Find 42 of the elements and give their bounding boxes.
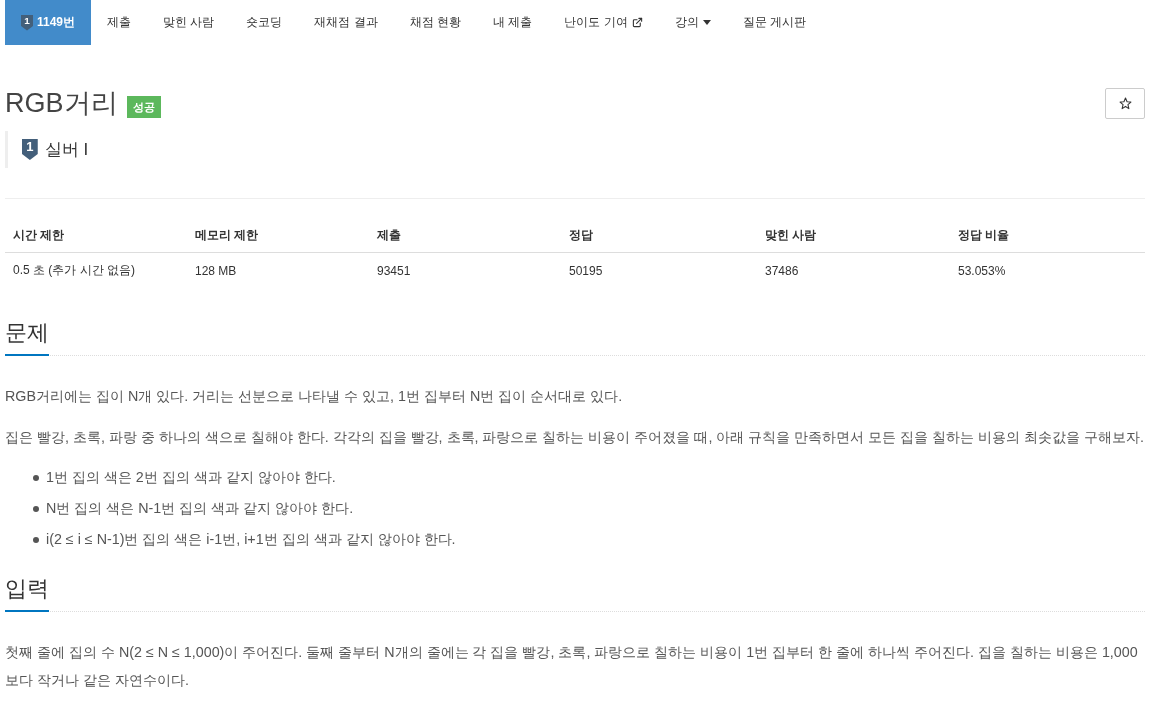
tier-badge: 1 [22, 139, 38, 160]
bullet-icon [33, 536, 39, 543]
tier-badge: 1 [21, 14, 33, 31]
nav-tab[interactable]: 강의 [658, 0, 727, 45]
table-cell: 93451 [369, 252, 561, 288]
bullet-icon [33, 505, 39, 512]
rule-text: i(2 ≤ i ≤ N-1)번 집의 색은 i-1번, i+1번 집의 색과 같지 않아야 한다. [46, 530, 456, 549]
rule-text: 1번 집의 색은 2번 집의 색과 같지 않아야 한다. [46, 468, 336, 487]
paragraph: 첫째 줄에 집의 수 N(2 ≤ N ≤ 1,000)이 주어진다. 둘째 줄부터 N개의 줄에는 각 집을 빨강, 초록, 파랑으로 칠하는 비용이 1번 집부터 한 줄에 하나씩 주어진다. 집을 칠하는 비용은 1,000보다 작거나 같은 자연수이다. [5, 643, 1139, 690]
section-heading: 문제 [5, 318, 49, 356]
table-header-cell: 맞힌 사람 [757, 219, 950, 253]
table-header-cell: 정답 비율 [950, 219, 1145, 253]
table-header-cell: 메모리 제한 [187, 219, 369, 253]
caret-icon [702, 20, 711, 25]
nav-tab[interactable]: 내 제출 [477, 0, 549, 45]
rule-text: N번 집의 색은 N-1번 집의 색과 같지 않아야 한다. [46, 499, 354, 518]
nav-tab[interactable]: 난이도 기여 [548, 0, 659, 45]
external-link-icon [631, 17, 643, 28]
paragraph: RGB거리에는 집이 N개 있다. 거리는 선분으로 나타낼 수 있고, 1번 집부터 N번 집이 순서대로 있다. [5, 387, 624, 406]
section-heading: 입력 [5, 574, 49, 612]
nav-tab[interactable]: 숏코딩 [230, 0, 299, 45]
star-button[interactable] [1105, 87, 1145, 119]
table-header-cell: 시간 제한 [5, 219, 187, 253]
star-icon [1118, 96, 1132, 110]
bullet-icon [33, 474, 39, 481]
tier-label: 실버 I [44, 139, 89, 161]
problem-title: RGB거리 [5, 87, 118, 120]
nav-tab[interactable]: 질문 게시판 [726, 0, 823, 45]
nav-tab[interactable]: 제출 [91, 0, 148, 45]
table-cell: 37486 [757, 252, 950, 288]
nav-tab[interactable]: 채점 현황 [393, 0, 478, 45]
table-cell: 53.053% [950, 252, 1145, 288]
table-cell: 128 MB [187, 252, 369, 288]
nav-tab[interactable]: 재채점 결과 [298, 0, 394, 45]
nav-tab[interactable]: 1 1149번 [5, 0, 92, 45]
table-header-cell: 정답 [561, 219, 757, 253]
nav-tab[interactable]: 맞힌 사람 [147, 0, 231, 45]
table-header-cell: 제출 [369, 219, 561, 253]
paragraph: 집은 빨강, 초록, 파랑 중 하나의 색으로 칠해야 한다. 각각의 집을 빨강, 초록, 파랑으로 칠하는 비용이 주어졌을 때, 아래 규칙을 만족하면서 모든 집을 칠하는 비용의 최솟값을 구해보자. [5, 428, 1145, 447]
table-cell: 50195 [561, 252, 757, 288]
result-tag: 성공 [126, 96, 161, 118]
table-cell: 0.5 초 (추가 시간 없음) [5, 252, 187, 288]
